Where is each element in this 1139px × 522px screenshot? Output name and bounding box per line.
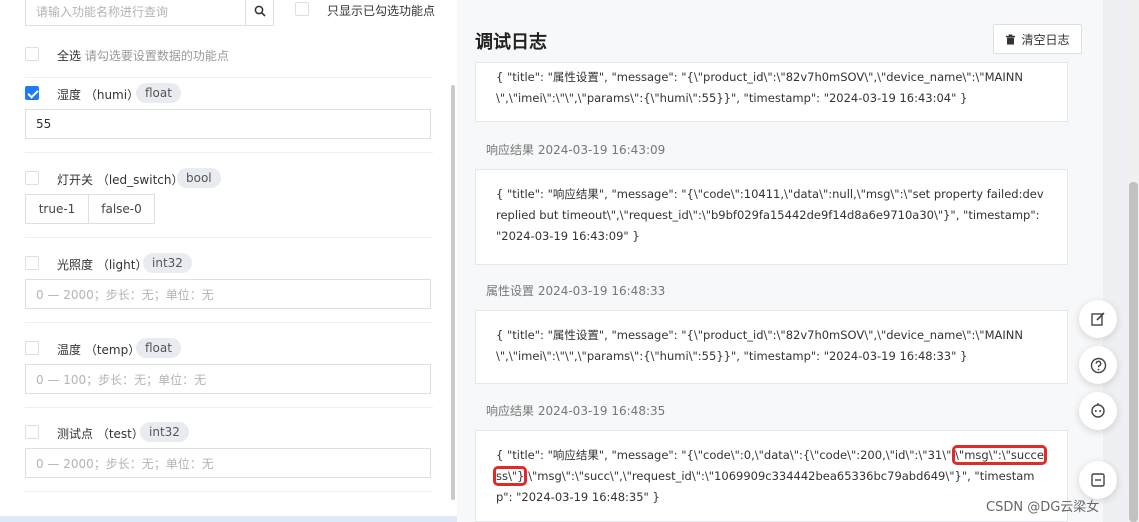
robot-icon [1091,403,1105,418]
select-all-hint: 请勾选要设置数据的功能点 [84,49,229,63]
search-icon [254,5,266,17]
log-entry-heading: 响应结果 2024-03-19 16:43:09 [486,143,666,157]
help-button[interactable] [1079,346,1117,384]
divider [25,237,433,238]
test-input[interactable]: 0 — 2000；步长：无；单位：无 [25,448,431,478]
clear-log-button[interactable]: 清空日志 [993,24,1082,54]
log-entry-heading: 属性设置 2024-03-19 16:48:33 [486,284,666,298]
edit-icon [1091,312,1105,326]
only-selected-checkbox[interactable] [295,2,309,16]
divider [25,77,433,78]
test-label: 测试点 （test） [57,427,144,441]
log-entry-body: { "title": "响应结果", "message": "{\"code\"… [475,430,1068,522]
log-entry-body: { "title": "属性设置", "message": "{\"produc… [475,62,1068,122]
minimize-button[interactable] [1079,461,1117,499]
temp-input[interactable]: 0 — 100；步长：无；单位：无 [25,364,431,394]
clear-log-label: 清空日志 [1021,32,1070,47]
log-entry-heading: 响应结果 2024-03-19 16:48:35 [486,404,666,418]
left-footer-bar [0,516,457,522]
log-entry-body: { "title": "响应结果", "message": "{\"code\"… [475,169,1068,265]
led-switch-type-badge: bool [177,168,221,188]
select-all-checkbox[interactable] [25,47,39,61]
page-scrollbar-thumb[interactable] [1129,182,1138,522]
edit-button[interactable] [1079,300,1117,338]
search-input[interactable]: 请输入功能名称进行查询 [25,0,245,26]
led-switch-checkbox[interactable] [25,171,39,185]
humi-label: 湿度 （humi） [57,88,140,102]
property-panel: 请输入功能名称进行查询 只显示已勾选功能点 全选 请勾选要设置数据的功能点 湿度… [0,0,457,522]
humi-type-badge: float [136,83,181,103]
only-selected-label: 只显示已勾选功能点 [327,4,436,18]
temp-label: 温度 （temp） [57,343,141,357]
humi-input[interactable]: 55 [25,109,431,139]
trash-icon [1006,33,1016,45]
assistant-button[interactable] [1079,392,1117,430]
led-switch-option-false[interactable]: false-0 [88,194,155,224]
left-scrollbar[interactable] [451,85,455,500]
led-switch-option-true[interactable]: true-1 [25,194,89,224]
light-type-badge: int32 [143,253,192,273]
divider [25,322,433,323]
led-switch-label: 灯开关 （led_switch） [57,173,184,187]
light-input[interactable]: 0 — 2000；步长：无；单位：无 [25,279,431,309]
divider [25,491,433,492]
select-all-label: 全选 请勾选要设置数据的功能点 [57,49,229,63]
temp-checkbox[interactable] [25,341,39,355]
humi-checkbox[interactable] [25,86,39,100]
light-checkbox[interactable] [25,256,39,270]
watermark: CSDN @DG云梁女 [986,500,1100,515]
log-entry-body: { "title": "属性设置", "message": "{\"produc… [475,310,1068,384]
divider [25,152,433,153]
temp-type-badge: float [136,338,181,358]
test-type-badge: int32 [140,422,189,442]
test-checkbox[interactable] [25,425,39,439]
search-placeholder: 请输入功能名称进行查询 [36,4,169,19]
divider [25,407,433,408]
log-title: 调试日志 [475,32,547,53]
minimize-icon [1091,473,1105,487]
help-icon [1090,357,1106,373]
search-button[interactable] [245,0,274,26]
light-label: 光照度 （light） [57,258,148,272]
